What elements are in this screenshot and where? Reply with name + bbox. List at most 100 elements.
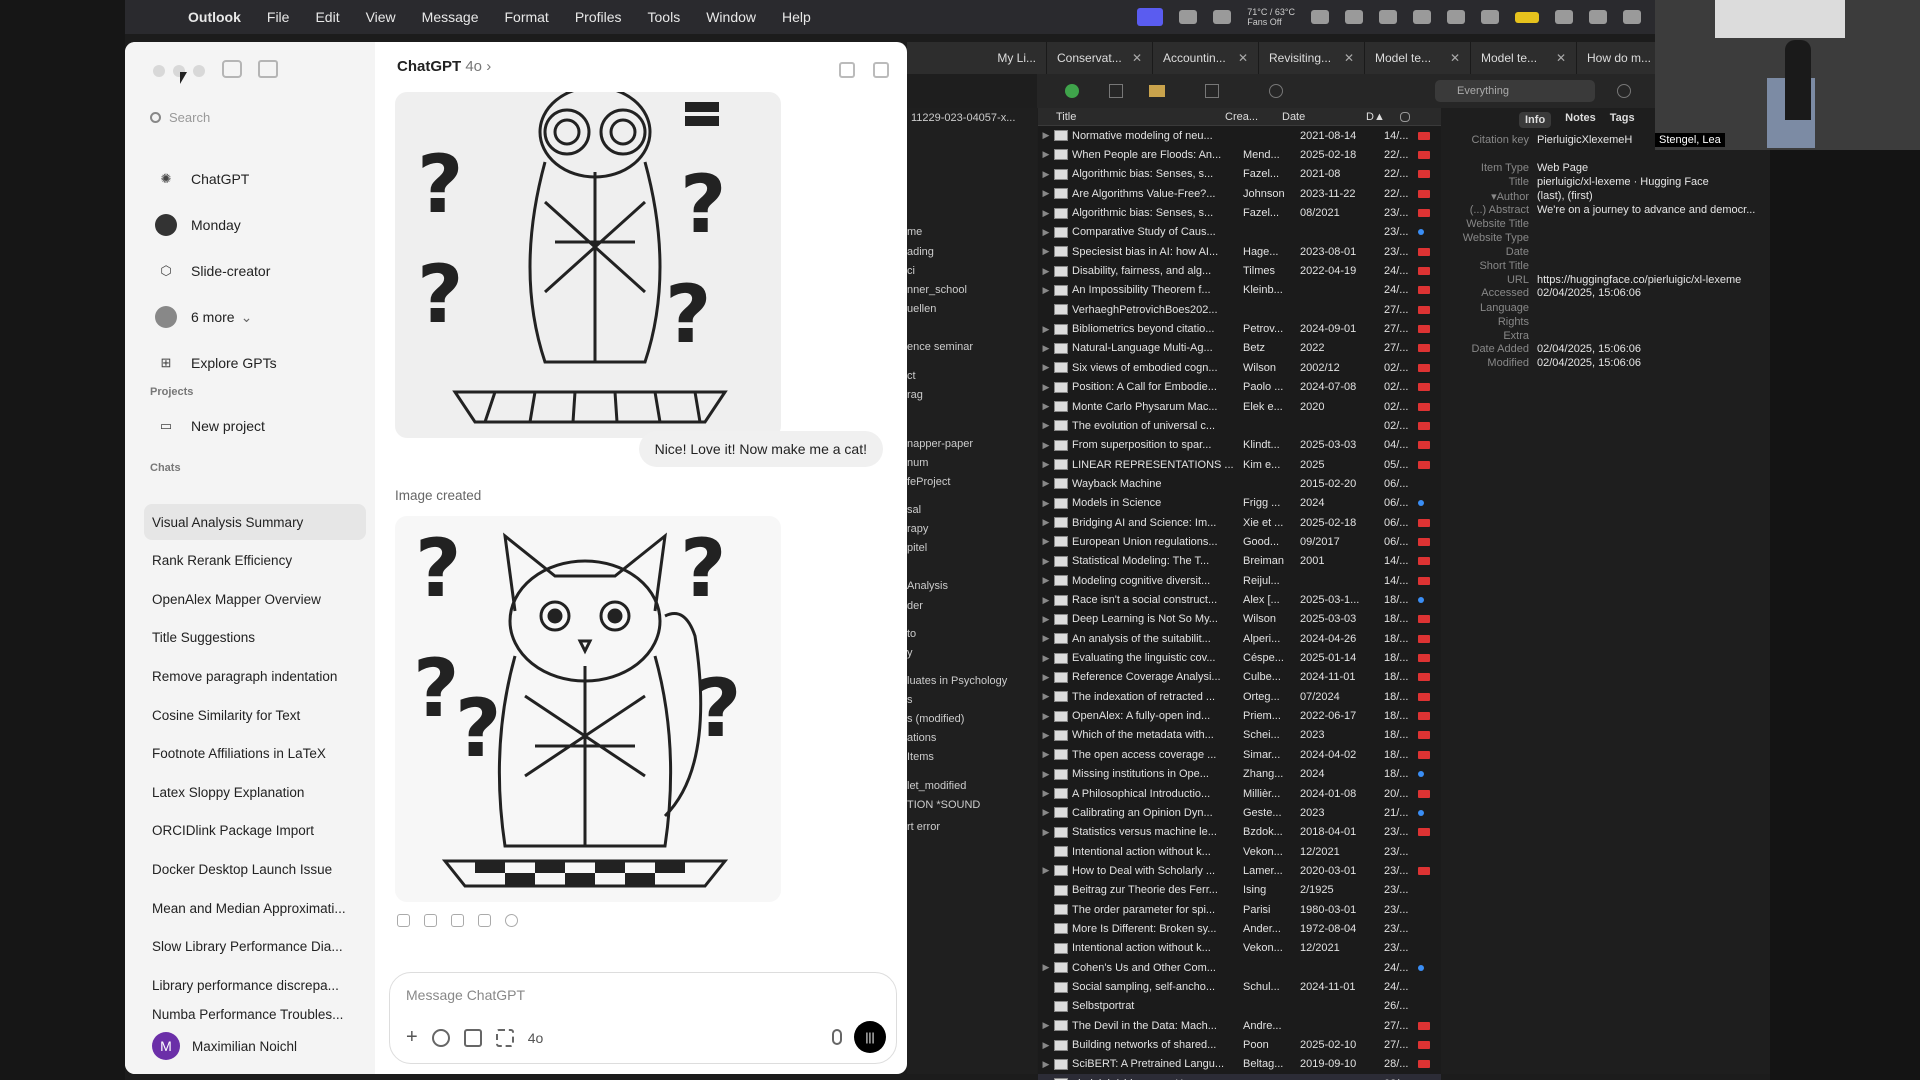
pdf-attachment-icon[interactable] [1418, 692, 1430, 701]
expand-arrow-icon[interactable]: ▶ [1038, 266, 1054, 277]
collection-item[interactable]: num [907, 457, 928, 469]
pdf-attachment-icon[interactable] [1418, 460, 1430, 469]
pdf-attachment-icon[interactable] [1418, 344, 1430, 353]
pdf-attachment-icon[interactable] [1418, 537, 1430, 546]
link-attachment-icon[interactable] [1418, 771, 1424, 778]
temperature-readout[interactable]: 71°C / 63°C Fans Off [1247, 7, 1295, 27]
pdf-attachment-icon[interactable] [1418, 131, 1430, 140]
table-row[interactable]: ▶ The evolution of universal c... 02/... [1038, 416, 1441, 435]
folder-icon[interactable] [1149, 85, 1165, 97]
table-row[interactable]: ▶ A Philosophical Introductio... Millièr..… [1038, 784, 1441, 803]
chat-item[interactable]: Remove paragraph indentation [144, 658, 366, 694]
app-menu[interactable]: Outlook [175, 9, 254, 25]
expand-arrow-icon[interactable]: ▶ [1038, 536, 1054, 547]
voice-mode-button[interactable]: ||| [854, 1021, 886, 1053]
table-row[interactable]: ▶ Race isn't a social construct... Alex [.… [1038, 590, 1441, 609]
expand-arrow-icon[interactable]: ▶ [1038, 517, 1054, 528]
new-window-icon[interactable] [873, 62, 889, 78]
close-icon[interactable]: ✕ [1450, 51, 1460, 65]
generated-owl-image[interactable]: ?? ?? [395, 92, 781, 438]
table-row[interactable]: ▶ Monte Carlo Physarum Mac... Elek e... 202… [1038, 397, 1441, 416]
paperclip-icon[interactable] [1400, 111, 1410, 122]
zoom-window-button[interactable] [193, 65, 205, 77]
chat-item[interactable]: Docker Desktop Launch Issue [144, 851, 366, 887]
table-row[interactable]: ▶ Reference Coverage Analysi... Culbe... 20… [1038, 668, 1441, 687]
expand-arrow-icon[interactable]: ▶ [1038, 788, 1054, 799]
model-selector[interactable]: ChatGPT 4o › [397, 58, 491, 75]
collection-item[interactable]: rapy [907, 523, 928, 535]
pdf-attachment-icon[interactable] [1418, 634, 1430, 643]
window-icon[interactable] [1379, 10, 1397, 24]
pdf-attachment-icon[interactable] [1418, 654, 1430, 663]
expand-arrow-icon[interactable]: ▶ [1038, 343, 1054, 354]
collection-item[interactable]: rt error [907, 821, 940, 833]
expand-arrow-icon[interactable]: ▶ [1038, 749, 1054, 760]
tab-item[interactable]: Revisiting... ✕ [1259, 42, 1365, 74]
collection-item[interactable]: ading [907, 246, 934, 258]
pdf-attachment-icon[interactable] [1418, 305, 1430, 314]
table-row[interactable]: ▶ When People are Floods: An... Mend... 202… [1038, 145, 1441, 164]
expand-arrow-icon[interactable]: ▶ [1038, 246, 1054, 257]
explore-gpts[interactable]: ⊞ Explore GPTs [145, 343, 367, 383]
pdf-attachment-icon[interactable] [1418, 789, 1430, 798]
table-row[interactable]: The order parameter for spi... Parisi 1980… [1038, 900, 1441, 919]
chat-item[interactable]: ORCIDlink Package Import [144, 813, 366, 849]
message-input[interactable]: Message ChatGPT [406, 987, 525, 1003]
chat-item[interactable]: Title Suggestions [144, 620, 366, 656]
table-row[interactable]: ▶ Which of the metadata with... Schei... 20… [1038, 726, 1441, 745]
collection-item[interactable]: pitel [907, 542, 927, 554]
menu-message[interactable]: Message [409, 9, 492, 25]
chat-item[interactable]: Rank Rerank Efficiency [144, 543, 366, 579]
pdf-attachment-icon[interactable] [1418, 518, 1430, 527]
add-icon[interactable] [1065, 84, 1079, 98]
table-row[interactable]: ▶ The Devil in the Data: Mach... Andre... 2… [1038, 1016, 1441, 1035]
search-icon[interactable] [1589, 10, 1607, 24]
menu-window[interactable]: Window [693, 9, 769, 25]
table-row[interactable]: ▶ Bibliometrics beyond citatio... Petrov..… [1038, 320, 1441, 339]
collection-item[interactable]: luates in Psychology [907, 675, 1007, 687]
table-row[interactable]: ▶ SciBERT: A Pretrained Langu... Beltag...… [1038, 1055, 1441, 1074]
menu-tools[interactable]: Tools [635, 9, 694, 25]
menu-view[interactable]: View [353, 9, 409, 25]
expand-arrow-icon[interactable]: ▶ [1038, 672, 1054, 683]
thumbs-up-icon[interactable] [451, 914, 464, 927]
expand-arrow-icon[interactable]: ▶ [1038, 556, 1054, 567]
close-icon[interactable]: ✕ [1344, 51, 1354, 65]
collection-item[interactable]: napper-paper [907, 438, 973, 450]
wifi-icon[interactable] [1555, 10, 1573, 24]
collection-item[interactable]: s (modified) [907, 713, 964, 725]
chat-item[interactable]: Latex Sloppy Explanation [144, 774, 366, 810]
table-row[interactable]: ▶ Algorithmic bias: Senses, s... Fazel... 2… [1038, 165, 1441, 184]
table-row[interactable]: VerhaeghPetrovichBoes202... 27/... [1038, 300, 1441, 319]
collection-item[interactable]: ci [907, 265, 915, 277]
pdf-attachment-icon[interactable] [1418, 557, 1430, 566]
pdf-attachment-icon[interactable] [1418, 1060, 1430, 1069]
search-input[interactable]: Search [150, 102, 360, 132]
link-attachment-icon[interactable] [1418, 597, 1424, 604]
table-row[interactable]: Beitrag zur Theorie des Ferr... Ising 2/19… [1038, 881, 1441, 900]
collection-item[interactable]: sal [907, 504, 921, 516]
expand-arrow-icon[interactable]: ▶ [1038, 807, 1054, 818]
chat-item[interactable]: OpenAlex Mapper Overview [144, 581, 366, 617]
table-row[interactable]: ▶ Normative modeling of neu... 2021-08-14 1… [1038, 126, 1441, 145]
pdf-attachment-icon[interactable] [1418, 325, 1430, 334]
tab-item[interactable]: Conservat... ✕ [1047, 42, 1153, 74]
expand-arrow-icon[interactable]: ▶ [1038, 711, 1054, 722]
expand-arrow-icon[interactable]: ▶ [1038, 227, 1054, 238]
link-attachment-icon[interactable] [1418, 500, 1424, 507]
close-window-button[interactable] [153, 65, 165, 77]
copy-icon[interactable] [397, 914, 410, 927]
expand-arrow-icon[interactable]: ▶ [1038, 478, 1054, 489]
collection-item[interactable]: let_modified [907, 780, 966, 792]
pdf-attachment-icon[interactable] [1418, 170, 1430, 179]
table-row[interactable]: ▶ An analysis of the suitabilit... Alperi.… [1038, 629, 1441, 648]
pdf-attachment-icon[interactable] [1418, 750, 1430, 759]
airdrop-icon[interactable] [1481, 10, 1499, 24]
chat-item[interactable]: Library performance discrepa... [144, 967, 366, 1003]
new-project-button[interactable]: ▭ New project [145, 406, 367, 446]
table-row[interactable]: ▶ Wayback Machine 2015-02-20 06/... [1038, 474, 1441, 493]
expand-arrow-icon[interactable]: ▶ [1038, 1040, 1054, 1051]
table-row[interactable]: ▶ Bridging AI and Science: Im... Xie et ..… [1038, 513, 1441, 532]
gpt-slide-creator[interactable]: ⬡ Slide-creator [145, 251, 367, 291]
menu-file[interactable]: File [254, 9, 303, 25]
